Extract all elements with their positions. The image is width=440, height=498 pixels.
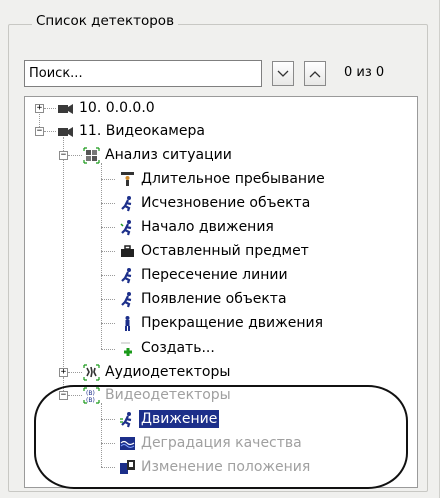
- search-input[interactable]: [24, 60, 262, 87]
- camera-icon: [57, 123, 74, 140]
- tree-item-label: Появление объекта: [141, 291, 287, 307]
- tree-item-label: Движение: [139, 410, 220, 428]
- expand-audio-toggle[interactable]: +: [59, 368, 68, 377]
- tree-item-line-crossing[interactable]: Пересечение линии: [119, 264, 290, 286]
- briefcase-icon: [119, 243, 136, 260]
- detector-panel: Список детекторов 0 из 0: [0, 0, 440, 498]
- tree-item-long-stay[interactable]: Длительное пребывание: [119, 168, 327, 190]
- tree-item-label: Длительное пребывание: [141, 171, 325, 187]
- collapse-camera-toggle[interactable]: −: [35, 127, 44, 136]
- tree-item-label: Прекращение движения: [141, 315, 323, 331]
- tree-node-situation-analysis[interactable]: Анализ ситуации: [83, 144, 234, 166]
- detector-tree[interactable]: + − − + − 10. 0.0.0.0 11. Видеокамера Ан…: [24, 96, 418, 488]
- match-count: 0 из 0: [344, 65, 385, 80]
- camera-icon: [57, 100, 74, 117]
- running-person-icon: [119, 411, 136, 428]
- tree-item-quality-degradation[interactable]: Деградация качества: [119, 432, 304, 454]
- running-person-icon: [119, 219, 136, 236]
- tree-node-video-detectors[interactable]: (B) (B) Видеодетекторы: [83, 384, 233, 406]
- tree-node-label: Видеодетекторы: [105, 387, 231, 403]
- tree-item-label: Изменение положения: [141, 459, 311, 475]
- tree-node-label: 11. Видеокамера: [79, 123, 205, 139]
- situation-analysis-icon: [83, 146, 100, 164]
- svg-text:(B): (B): [86, 390, 95, 397]
- collapse-video-toggle[interactable]: −: [59, 391, 68, 400]
- tree-node-label: Анализ ситуации: [105, 147, 232, 163]
- plus-icon: [119, 340, 136, 357]
- running-person-icon: [119, 195, 136, 212]
- tree-item-motion-stop[interactable]: Прекращение движения: [119, 312, 325, 334]
- chevron-down-icon: [277, 70, 289, 77]
- tree-item-motion-start[interactable]: Начало движения: [119, 216, 276, 238]
- tree-item-label: Создать...: [141, 340, 215, 356]
- degradation-icon: [119, 435, 136, 452]
- create-detector-button[interactable]: Создать...: [119, 337, 217, 359]
- person-standing-icon: [119, 171, 136, 188]
- tree-node-label: 10. 0.0.0.0: [79, 100, 155, 116]
- next-match-button[interactable]: [272, 61, 294, 86]
- chevron-up-icon: [309, 70, 321, 77]
- tree-node-ip[interactable]: 10. 0.0.0.0: [57, 97, 157, 119]
- tree-item-label: Деградация качества: [141, 435, 302, 451]
- svg-text:(B): (B): [86, 397, 95, 404]
- tree-item-left-object[interactable]: Оставленный предмет: [119, 240, 311, 262]
- tree-item-label: Начало движения: [141, 219, 274, 235]
- tree-item-position-change[interactable]: Изменение положения: [119, 456, 312, 478]
- tree-item-label: Пересечение линии: [141, 267, 288, 283]
- audio-detector-icon: [83, 363, 100, 381]
- tree-node-audio-detectors[interactable]: Аудиодетекторы: [83, 361, 232, 383]
- standing-person-icon: [119, 315, 136, 332]
- position-change-icon: [119, 459, 136, 476]
- tree-item-label: Исчезновение объекта: [141, 195, 311, 211]
- tree-item-object-disappear[interactable]: Исчезновение объекта: [119, 192, 312, 214]
- tree-item-motion[interactable]: Движение: [119, 408, 220, 430]
- video-detector-icon: (B) (B): [83, 386, 100, 404]
- collapse-situation-toggle[interactable]: −: [59, 151, 68, 160]
- tree-item-object-appear[interactable]: Появление объекта: [119, 288, 289, 310]
- tree-node-label: Аудиодетекторы: [105, 364, 231, 380]
- prev-match-button[interactable]: [304, 61, 326, 86]
- tree-item-label: Оставленный предмет: [141, 243, 309, 259]
- running-person-icon: [119, 267, 136, 284]
- group-title: Список детекторов: [32, 13, 179, 29]
- tree-node-camera[interactable]: 11. Видеокамера: [57, 120, 207, 142]
- running-person-icon: [119, 291, 136, 308]
- expand-ip-toggle[interactable]: +: [35, 104, 44, 113]
